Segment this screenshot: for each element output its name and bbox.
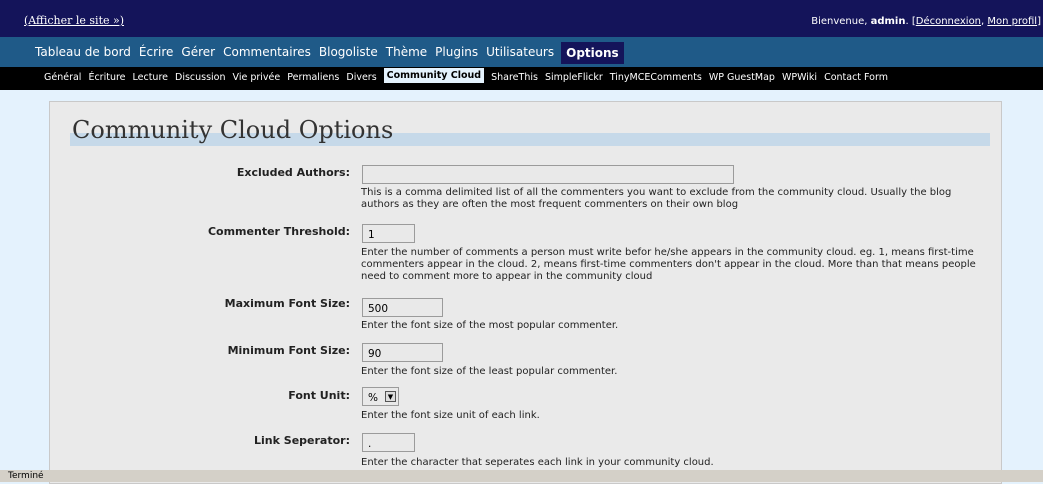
welcome-text: Bienvenue, admin. [Déconnexion, Mon prof… [811,16,1041,27]
page-title: Community Cloud Options [72,116,394,144]
commenter-threshold-help: Enter the number of comments a person mu… [361,247,976,282]
link-separator-input[interactable]: . [362,433,415,452]
admin-header: (Afficher le site ») Bienvenue, admin. [… [0,0,1043,37]
font-unit-value: % [368,392,378,404]
sub-nav-simpleflickr[interactable]: SimpleFlickr [545,72,603,83]
min-font-size-help: Enter the font size of the least popular… [361,366,618,377]
main-nav-dashboard[interactable]: Tableau de bord [34,45,132,64]
main-nav-blogroll[interactable]: Blogoliste [318,45,379,64]
main-nav-items: Tableau de bord Écrire Gérer Commentaire… [34,42,624,64]
sub-nav-misc[interactable]: Divers [346,72,376,83]
excluded-authors-input[interactable] [362,165,734,184]
main-navigation: Tableau de bord Écrire Gérer Commentaire… [0,37,1043,67]
profile-link[interactable]: Mon profil [987,16,1037,27]
main-nav-plugins[interactable]: Plugins [434,45,479,64]
sub-nav-general[interactable]: Général [44,72,81,83]
view-site-link[interactable]: (Afficher le site ») [24,14,124,27]
main-nav-users[interactable]: Utilisateurs [485,45,555,64]
main-nav-theme[interactable]: Thème [385,45,428,64]
sub-navigation: Général Écriture Lecture Discussion Vie … [0,67,1043,90]
link-separator-help: Enter the character that seperates each … [361,457,714,468]
sub-nav-reading[interactable]: Lecture [133,72,168,83]
min-font-size-label: Minimum Font Size: [227,344,350,357]
sub-nav-contact-form[interactable]: Contact Form [824,72,888,83]
font-unit-select[interactable]: % ▼ [362,387,399,406]
commenter-threshold-label: Commenter Threshold: [207,225,350,238]
welcome-prefix: Bienvenue, [811,16,871,27]
options-panel: Community Cloud Options Excluded Authors… [49,101,1002,484]
sub-nav-wp-guestmap[interactable]: WP GuestMap [709,72,775,83]
font-unit-help: Enter the font size unit of each link. [361,410,540,421]
sub-nav-permalinks[interactable]: Permaliens [287,72,339,83]
max-font-size-label: Maximum Font Size: [224,297,350,310]
main-nav-write[interactable]: Écrire [138,45,175,64]
max-font-size-input[interactable]: 500 [362,298,443,317]
max-font-size-help: Enter the font size of the most popular … [361,320,619,331]
link-separator-label: Link Seperator: [254,434,350,447]
username: admin [870,16,906,27]
excluded-authors-help: This is a comma delimited list of all th… [361,187,952,210]
main-nav-options[interactable]: Options [561,42,624,64]
excluded-authors-label: Excluded Authors: [236,166,350,179]
main-nav-comments[interactable]: Commentaires [222,45,312,64]
sub-nav-discussion[interactable]: Discussion [175,72,226,83]
main-nav-manage[interactable]: Gérer [180,45,216,64]
commenter-threshold-input[interactable]: 1 [362,224,415,243]
logout-link[interactable]: Déconnexion [916,16,981,27]
sub-nav-sharethis[interactable]: ShareThis [491,72,538,83]
sub-nav-privacy[interactable]: Vie privée [233,72,281,83]
sub-nav-tinymcecomments[interactable]: TinyMCEComments [610,72,702,83]
sub-nav-writing[interactable]: Écriture [88,72,125,83]
chevron-down-icon[interactable]: ▼ [385,391,396,402]
min-font-size-input[interactable]: 90 [362,343,443,362]
font-unit-label: Font Unit: [288,389,350,402]
sub-nav-items: Général Écriture Lecture Discussion Vie … [44,68,888,83]
sub-nav-wpwiki[interactable]: WPWiki [782,72,817,83]
sub-nav-community-cloud[interactable]: Community Cloud [383,68,485,83]
status-bar: Terminé [0,470,1043,482]
